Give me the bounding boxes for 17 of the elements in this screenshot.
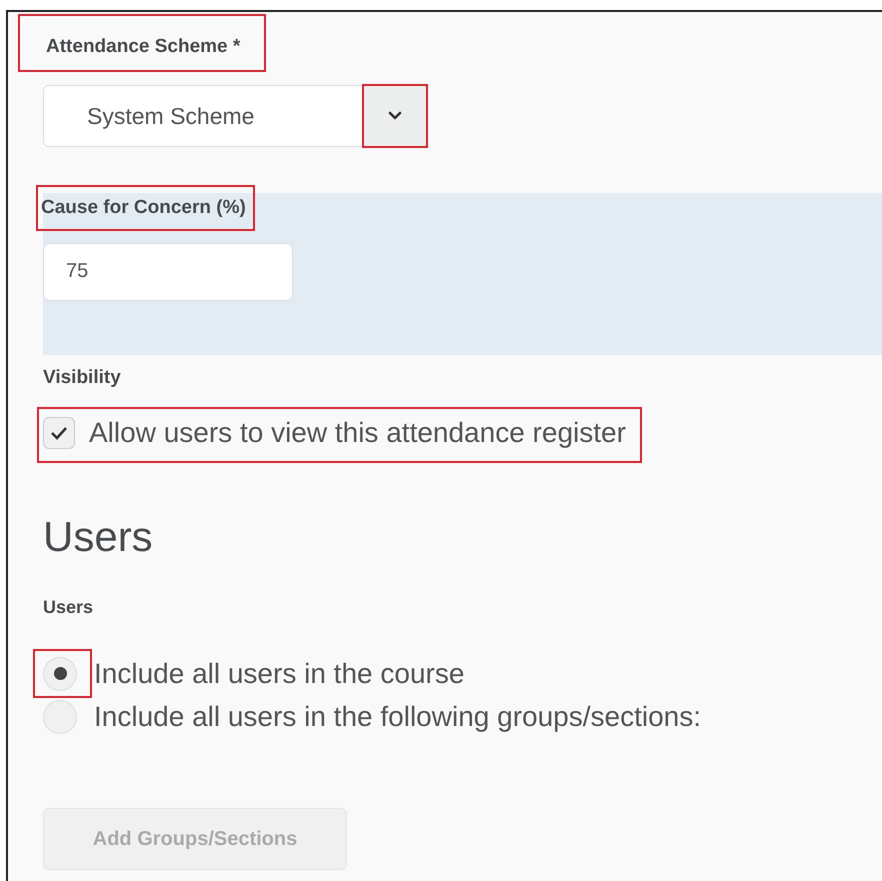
section-heading: Users: [43, 513, 153, 561]
radio-button[interactable]: [43, 700, 77, 734]
section-label: Visibility: [43, 367, 121, 389]
checkbox-label: Allow users to view this attendance register: [89, 417, 626, 449]
field-label: Attendance Scheme *: [46, 36, 240, 57]
checkbox[interactable]: [43, 417, 75, 449]
checkmark-icon: [50, 426, 68, 440]
chevron-down-icon: [388, 111, 402, 121]
field-label: Users: [43, 597, 94, 618]
radio-label: Include all users in the course: [94, 658, 464, 690]
dropdown-value: System Scheme: [87, 102, 254, 130]
radio-button[interactable]: [43, 656, 77, 690]
radio-label: Include all users in the following groups/sections:: [94, 700, 702, 732]
scheme-dropdown[interactable]: System Scheme: [43, 85, 427, 147]
percent-field[interactable]: 75: [43, 243, 293, 301]
dropdown-toggle[interactable]: [362, 84, 428, 148]
field-label: Cause for Concern (%): [41, 197, 246, 218]
